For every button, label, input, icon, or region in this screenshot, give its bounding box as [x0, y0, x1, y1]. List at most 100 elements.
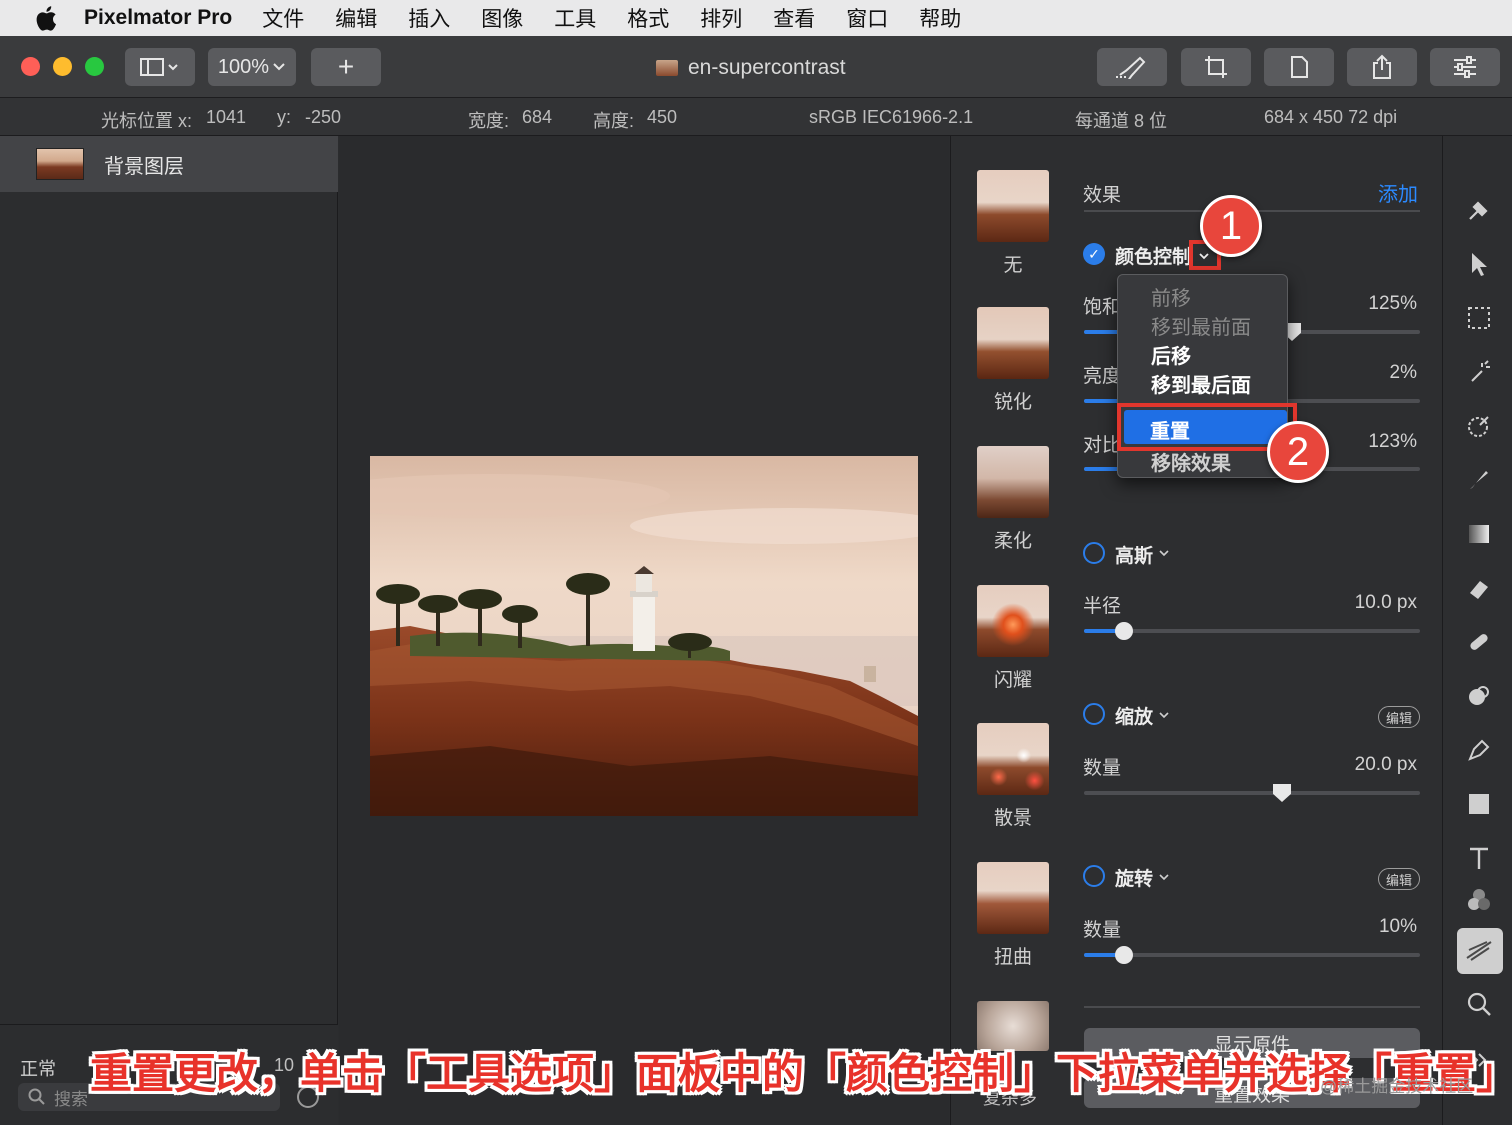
chevron-down-icon[interactable] — [1158, 549, 1170, 557]
document-title-text: en-supercontrast — [688, 56, 846, 79]
zoom-level-dropdown[interactable]: 100% — [208, 48, 296, 86]
zoom-amount-value: 20.0 px — [1354, 754, 1417, 775]
menu-arrange[interactable]: 排列 — [700, 3, 742, 33]
style-tool-icon[interactable] — [1465, 196, 1493, 224]
effect-bokeh[interactable]: 散景 — [977, 723, 1049, 830]
slider-knob[interactable] — [1273, 784, 1291, 802]
menu-window[interactable]: 窗口 — [846, 3, 888, 33]
close-window-button[interactable] — [21, 57, 40, 76]
menu-insert[interactable]: 插入 — [408, 3, 450, 33]
document-button[interactable] — [1264, 48, 1334, 86]
shape-tool-icon[interactable] — [1465, 790, 1493, 818]
color-picker-icon[interactable] — [1465, 412, 1493, 440]
paint-brush-icon[interactable] — [1465, 466, 1493, 494]
radius-slider[interactable] — [1084, 622, 1420, 640]
layer-name: 背景图层 — [104, 155, 184, 178]
effect-thumbnail — [977, 170, 1049, 242]
menu-file[interactable]: 文件 — [262, 3, 304, 33]
share-button[interactable] — [1347, 48, 1417, 86]
tutorial-caption: 重置更改，单击「工具选项」面板中的「颜色控制」下拉菜单并选择「重置」 — [90, 1050, 1512, 1097]
cursor-y-label: y: — [277, 107, 292, 127]
menu-item-send-backward[interactable]: 后移 — [1151, 340, 1191, 369]
effect-label: 无 — [1003, 255, 1023, 276]
effects-browser: 无 锐化 柔化 闪耀 散景 扭曲 复杂多 — [950, 136, 1070, 1125]
color-adjust-tool-icon[interactable] — [1465, 886, 1493, 914]
menu-view[interactable]: 查看 — [773, 3, 815, 33]
effect-none[interactable]: 无 — [977, 170, 1049, 277]
selection-tool-icon[interactable] — [1465, 304, 1493, 332]
zoom-blur-title[interactable]: 缩放 — [1115, 702, 1153, 729]
effect-shine[interactable]: 闪耀 — [977, 585, 1049, 692]
twirl-checkbox[interactable] — [1083, 865, 1105, 887]
effects-tool-icon[interactable] — [1465, 936, 1493, 964]
effect-soften[interactable]: 柔化 — [977, 446, 1049, 553]
brush-tool-button[interactable] — [1097, 48, 1167, 86]
info-bar: 光标位置 x: 1041 y: -250 宽度: 684 高度: 450 sRG… — [0, 98, 1512, 136]
effect-distort[interactable]: 扭曲 — [977, 862, 1049, 969]
sidebar-toggle-button[interactable] — [125, 48, 195, 86]
gaussian-title[interactable]: 高斯 — [1115, 541, 1153, 568]
twirl-title[interactable]: 旋转 — [1115, 864, 1153, 891]
twirl-edit-button[interactable]: 编辑 — [1378, 868, 1420, 890]
canvas-area[interactable] — [339, 136, 949, 1125]
add-button[interactable]: + — [311, 48, 381, 86]
zoom-window-button[interactable] — [85, 57, 104, 76]
pen-tool-icon[interactable] — [1465, 736, 1493, 764]
effect-thumbnail — [977, 446, 1049, 518]
brightness-value: 2% — [1389, 362, 1417, 383]
menu-format[interactable]: 格式 — [627, 3, 669, 33]
radius-label: 半径 — [1083, 596, 1122, 617]
text-tool-icon[interactable] — [1465, 844, 1493, 872]
gradient-icon[interactable] — [1465, 520, 1493, 548]
repair-icon[interactable] — [1465, 628, 1493, 656]
image-canvas[interactable] — [370, 456, 918, 816]
arrange-tool-icon[interactable] — [1465, 250, 1493, 278]
saturation-label: 饱和 — [1083, 297, 1122, 318]
app-window: Pixelmator Pro 文件 编辑 插入 图像 工具 格式 排列 查看 窗… — [0, 0, 1512, 1125]
menu-item-bring-forward[interactable]: 前移 — [1151, 282, 1191, 311]
app-name[interactable]: Pixelmator Pro — [84, 6, 232, 30]
width-value: 684 — [522, 107, 553, 127]
zoom-amount-slider[interactable] — [1084, 784, 1420, 802]
adjustments-button[interactable] — [1430, 48, 1500, 86]
watermark: @稀土掘金技术社区 — [1320, 1077, 1474, 1096]
slider-knob[interactable] — [1115, 622, 1133, 640]
effect-label: 散景 — [993, 808, 1032, 829]
layers-panel: 背景图层 正常 10 搜索 — [0, 136, 338, 1125]
add-effect-link[interactable]: 添加 — [1378, 178, 1418, 207]
color-adjust-checkbox[interactable]: ✓ — [1083, 243, 1105, 265]
crop-button[interactable] — [1181, 48, 1251, 86]
step-2-badge: 2 — [1267, 421, 1329, 483]
gaussian-checkbox[interactable] — [1083, 542, 1105, 564]
apple-icon[interactable] — [28, 0, 64, 36]
effect-sharpen[interactable]: 锐化 — [977, 307, 1049, 414]
sliders-icon — [1454, 56, 1476, 78]
layer-row[interactable]: 背景图层 — [0, 136, 338, 192]
twirl-amount-slider[interactable] — [1084, 946, 1420, 964]
retouch-icon[interactable] — [1465, 682, 1493, 710]
document-icon — [1291, 56, 1308, 78]
menu-item-bring-to-front[interactable]: 移到最前面 — [1151, 311, 1251, 340]
menu-tools[interactable]: 工具 — [554, 3, 596, 33]
minimize-window-button[interactable] — [53, 57, 72, 76]
zoom-edit-button[interactable]: 编辑 — [1378, 706, 1420, 728]
step-1-badge: 1 — [1200, 195, 1262, 257]
slider-knob[interactable] — [1115, 946, 1133, 964]
zoom-blur-checkbox[interactable] — [1083, 703, 1105, 725]
menu-item-remove-effect[interactable]: 移除效果 — [1151, 447, 1231, 476]
eraser-icon[interactable] — [1465, 574, 1493, 602]
blend-mode-dropdown[interactable]: 正常 — [20, 1055, 56, 1081]
chevron-down-icon[interactable] — [1158, 711, 1170, 719]
chevron-down-icon[interactable] — [1158, 873, 1170, 881]
menu-image[interactable]: 图像 — [481, 3, 523, 33]
chevron-down-icon[interactable] — [1198, 252, 1210, 260]
menu-edit[interactable]: 编辑 — [335, 3, 377, 33]
menu-item-send-to-back[interactable]: 移到最后面 — [1151, 369, 1251, 398]
twirl-amount-value: 10% — [1378, 916, 1417, 937]
color-adjust-title[interactable]: 颜色控制 — [1115, 242, 1191, 269]
sidebar-icon — [140, 58, 178, 76]
zoom-tool-icon[interactable] — [1465, 990, 1493, 1018]
menu-help[interactable]: 帮助 — [919, 3, 961, 33]
magic-select-icon[interactable] — [1465, 358, 1493, 386]
cursor-x-label: 光标位置 x: — [101, 111, 193, 131]
